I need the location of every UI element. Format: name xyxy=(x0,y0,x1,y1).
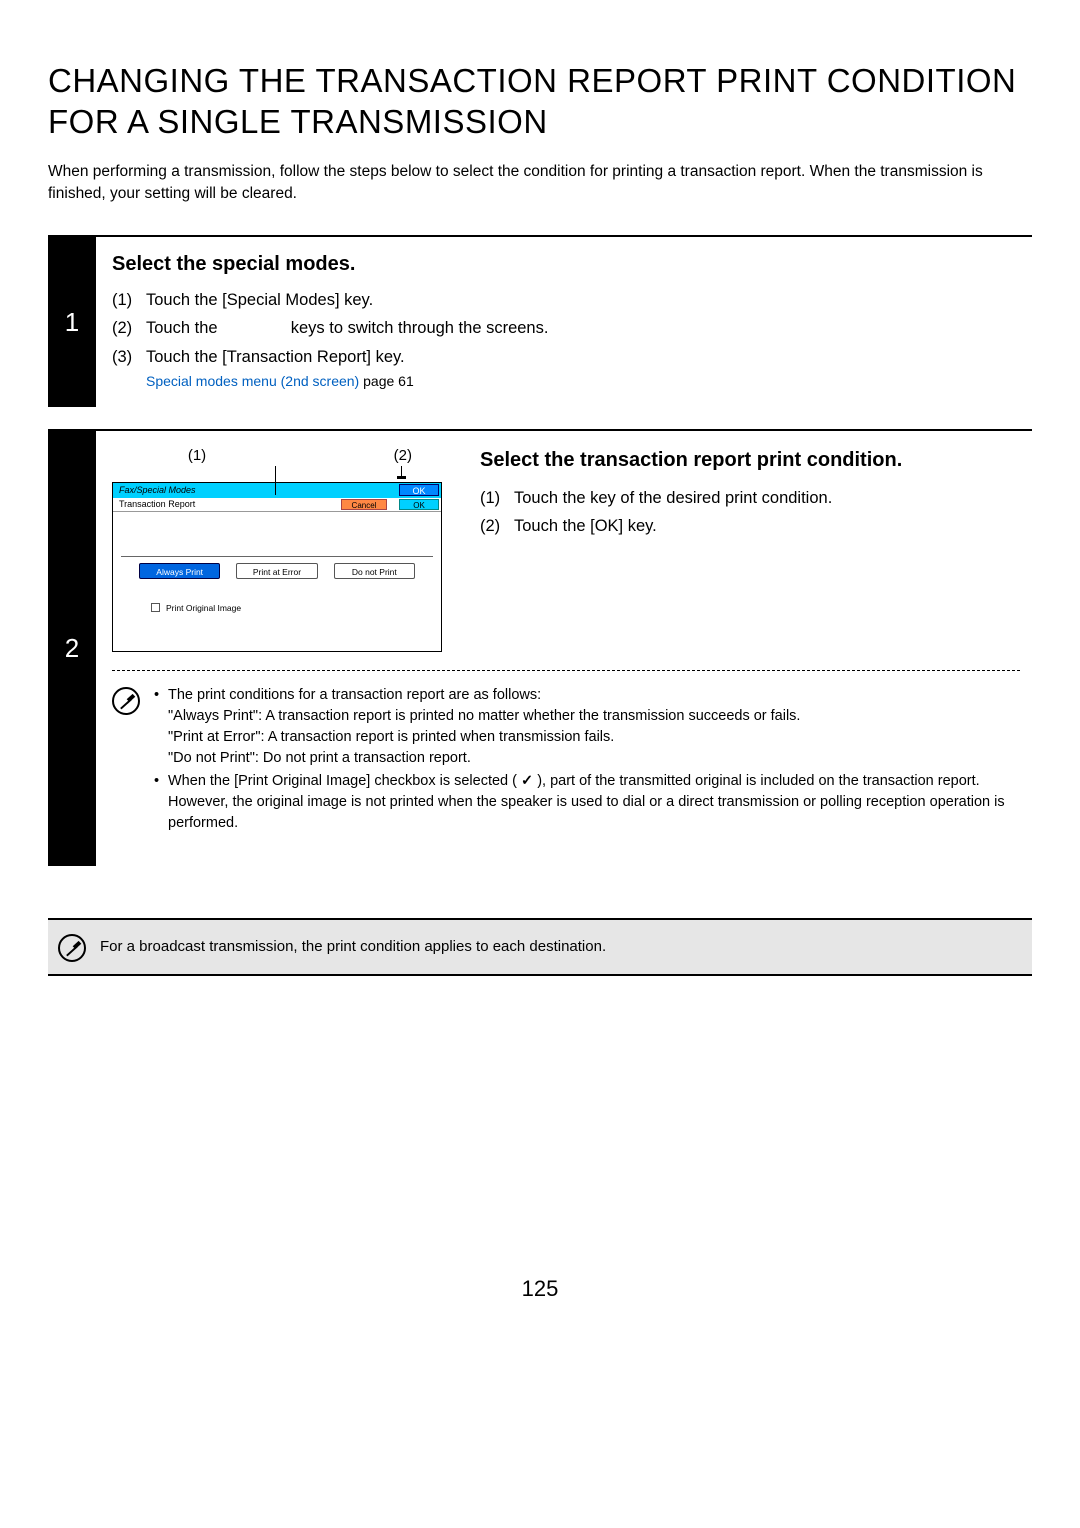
s1-item3-text: Touch the [Transaction Report] key. xyxy=(146,343,1020,371)
pencil-icon xyxy=(112,687,140,715)
s1-item3-num: (3) xyxy=(112,343,146,371)
s1-item2-b: keys to switch through the screens. xyxy=(286,319,548,337)
ui-top-ok-button[interactable]: OK xyxy=(399,484,439,496)
step-1-number: 1 xyxy=(65,307,79,338)
print-original-image-checkbox[interactable] xyxy=(151,603,160,612)
checkmark-icon: ✓ xyxy=(521,771,533,792)
s1-item2-num: (2) xyxy=(112,314,146,342)
notes-b2a: When the [Print Original Image] checkbox… xyxy=(168,773,517,789)
step-2: 2 (1) (2) Fax/Special Modes xyxy=(48,429,1032,866)
notes-intro: The print conditions for a transaction r… xyxy=(168,687,541,703)
footer-note-block: For a broadcast transmission, the print … xyxy=(48,918,1032,976)
notes-l1: "Always Print": A transaction report is … xyxy=(168,708,800,724)
dashed-separator xyxy=(112,670,1020,671)
step-2-number-col: 2 xyxy=(48,431,96,866)
footer-note-text: For a broadcast transmission, the print … xyxy=(100,938,606,955)
always-print-button[interactable]: Always Print xyxy=(139,563,220,579)
callout-2: (2) xyxy=(282,447,414,464)
notes-l3: "Do not Print": Do not print a transacti… xyxy=(168,750,471,766)
ui-subtitle: Transaction Report xyxy=(113,499,341,509)
s2-item1-text: Touch the key of the desired print condi… xyxy=(514,484,1020,512)
special-modes-page: page 61 xyxy=(359,373,414,389)
ui-screenshot: Fax/Special Modes OK Transaction Report … xyxy=(112,482,442,652)
print-at-error-button[interactable]: Print at Error xyxy=(236,563,317,579)
s2-item2-text: Touch the [OK] key. xyxy=(514,512,1020,540)
step-1: 1 Select the special modes. (1) Touch th… xyxy=(48,235,1032,406)
ui-cancel-button[interactable]: Cancel xyxy=(341,499,387,510)
do-not-print-button[interactable]: Do not Print xyxy=(334,563,415,579)
pencil-icon xyxy=(58,934,86,962)
s2-item1-num: (1) xyxy=(480,484,514,512)
notes-list: • The print conditions for a transaction… xyxy=(154,685,1020,836)
step-2-number: 2 xyxy=(65,633,79,664)
ui-ok-button[interactable]: OK xyxy=(399,499,439,510)
special-modes-link[interactable]: Special modes menu (2nd screen) xyxy=(146,373,359,389)
page-title: CHANGING THE TRANSACTION REPORT PRINT CO… xyxy=(48,60,1032,143)
step-1-heading: Select the special modes. xyxy=(112,253,1020,276)
s2-item2-num: (2) xyxy=(480,512,514,540)
print-original-image-label: Print Original Image xyxy=(166,603,241,613)
notes-l2: "Print at Error": A transaction report i… xyxy=(168,729,614,745)
s1-item1-text: Touch the [Special Modes] key. xyxy=(146,286,1020,314)
callout-1: (1) xyxy=(112,447,282,464)
intro-text: When performing a transmission, follow t… xyxy=(48,161,1032,206)
page-number: 125 xyxy=(48,1276,1032,1302)
s1-item2-a: Touch the xyxy=(146,319,222,337)
ui-title-bar: Fax/Special Modes xyxy=(113,485,399,495)
step-1-number-col: 1 xyxy=(48,237,96,406)
s1-item1-num: (1) xyxy=(112,286,146,314)
step-2-heading: Select the transaction report print cond… xyxy=(480,447,1020,474)
s1-item2-text: Touch the keys to switch through the scr… xyxy=(146,314,1020,342)
